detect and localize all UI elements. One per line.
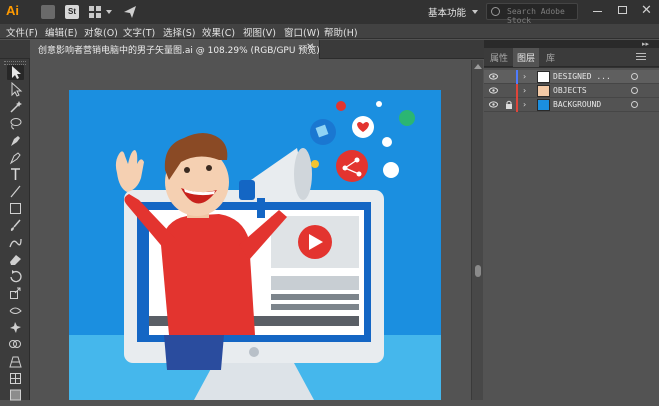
direct-selection-tool-icon[interactable] <box>7 81 24 97</box>
maximize-button[interactable] <box>610 0 636 22</box>
layer-color-bar <box>516 84 518 98</box>
pen-tool-icon[interactable] <box>7 133 24 148</box>
layer-color-bar <box>516 70 518 84</box>
eye-icon[interactable] <box>489 73 498 80</box>
vertical-scrollbar[interactable] <box>471 60 483 400</box>
right-panel-dock: ▸▸ 属性 图层 库 › DESIGNED ... › OBJECTS › BA… <box>484 40 659 400</box>
layer-row[interactable]: › BACKGROUND <box>484 98 659 112</box>
eye-icon[interactable] <box>489 87 498 94</box>
eye-icon[interactable] <box>489 101 498 108</box>
artboard[interactable] <box>69 90 441 400</box>
type-tool-icon[interactable] <box>7 167 24 182</box>
chevron-down-icon[interactable] <box>472 10 478 14</box>
menu-edit[interactable]: 编辑(E) <box>45 25 77 39</box>
gradient-tool-icon[interactable] <box>7 388 24 403</box>
panel-grip[interactable]: ▸▸ <box>484 40 659 48</box>
target-icon[interactable] <box>631 73 638 80</box>
shaper-tool-icon[interactable] <box>7 235 24 250</box>
layers-panel: › DESIGNED ... › OBJECTS › BACKGROUND <box>484 68 659 400</box>
rotate-tool-icon[interactable] <box>7 269 24 284</box>
mesh-tool-icon[interactable] <box>7 371 24 386</box>
stock-button[interactable]: St <box>65 5 79 19</box>
layer-name[interactable]: OBJECTS <box>553 86 587 95</box>
paintbrush-tool-icon[interactable] <box>7 218 24 233</box>
menu-help[interactable]: 帮助(H) <box>324 25 358 39</box>
rectangle-tool-icon[interactable] <box>7 201 24 216</box>
document-tab[interactable]: 创意影响者营销电脑中的男子矢量图.ai @ 108.29% (RGB/GPU 预… <box>30 40 320 59</box>
line-tool-icon[interactable] <box>7 184 24 199</box>
stock-search-placeholder: Search Adobe Stock <box>507 7 565 25</box>
chevron-down-icon[interactable] <box>106 10 112 14</box>
minimize-button[interactable] <box>585 0 611 22</box>
expand-arrow-icon[interactable]: › <box>523 100 526 109</box>
panel-tab-bar: 属性 图层 库 <box>484 48 659 67</box>
artwork-illustration[interactable] <box>69 90 441 400</box>
magic-wand-tool-icon[interactable] <box>7 99 24 114</box>
tools-panel <box>0 59 30 403</box>
bridge-icon[interactable] <box>41 5 55 19</box>
shape-builder-tool-icon[interactable] <box>7 337 24 352</box>
canvas-area[interactable] <box>31 60 471 400</box>
expand-arrow-icon[interactable]: › <box>523 72 526 81</box>
arrange-documents-icon[interactable] <box>89 5 103 19</box>
layer-thumbnail <box>537 99 550 111</box>
collapse-panels-icon[interactable]: ▸▸ <box>642 40 649 48</box>
menu-select[interactable]: 选择(S) <box>163 25 195 39</box>
menu-type[interactable]: 文字(T) <box>123 25 155 39</box>
search-icon <box>491 7 500 16</box>
workspace-switcher[interactable]: 基本功能 <box>428 5 466 19</box>
scroll-thumb[interactable] <box>475 265 481 277</box>
tab-libraries[interactable]: 库 <box>546 51 555 64</box>
width-tool-icon[interactable] <box>7 303 24 318</box>
chevron-up-icon[interactable] <box>474 64 482 69</box>
menu-window[interactable]: 窗口(W) <box>284 25 320 39</box>
layer-thumbnail <box>537 85 550 97</box>
layer-row[interactable]: › OBJECTS <box>484 84 659 98</box>
lasso-tool-icon[interactable] <box>7 116 24 131</box>
layer-name[interactable]: BACKGROUND <box>553 100 601 109</box>
menu-effect[interactable]: 效果(C) <box>202 25 235 39</box>
document-tab-title: 创意影响者营销电脑中的男子矢量图.ai @ 108.29% (RGB/GPU 预… <box>38 46 320 56</box>
document-tab-bar: 创意影响者营销电脑中的男子矢量图.ai @ 108.29% (RGB/GPU 预… <box>0 40 484 59</box>
layer-thumbnail <box>537 71 550 83</box>
target-icon[interactable] <box>631 101 638 108</box>
target-icon[interactable] <box>631 87 638 94</box>
stock-search-input[interactable]: Search Adobe Stock <box>486 3 578 25</box>
layer-color-bar <box>516 98 518 112</box>
panel-menu-icon[interactable] <box>636 53 646 62</box>
close-icon[interactable]: ✕ <box>306 42 314 53</box>
lock-icon[interactable] <box>505 100 513 109</box>
perspective-grid-tool-icon[interactable] <box>7 354 24 369</box>
layer-name[interactable]: DESIGNED ... <box>553 72 611 81</box>
tab-layers[interactable]: 图层 <box>517 51 535 64</box>
send-icon[interactable] <box>122 4 138 20</box>
menu-view[interactable]: 视图(V) <box>243 25 276 39</box>
eraser-tool-icon[interactable] <box>7 252 24 267</box>
title-bar: Ai St 基本功能 Search Adobe Stock ✕ <box>0 0 659 25</box>
selection-tool-icon[interactable] <box>7 65 24 80</box>
menu-file[interactable]: 文件(F) <box>6 25 38 39</box>
app-logo: Ai <box>6 3 19 18</box>
puppet-warp-tool-icon[interactable] <box>7 320 24 335</box>
curvature-tool-icon[interactable] <box>7 150 24 165</box>
tab-properties[interactable]: 属性 <box>490 51 508 64</box>
menu-bar: 文件(F) 编辑(E) 对象(O) 文字(T) 选择(S) 效果(C) 视图(V… <box>0 24 659 39</box>
close-window-button[interactable]: ✕ <box>634 0 659 22</box>
menu-object[interactable]: 对象(O) <box>84 25 118 39</box>
expand-arrow-icon[interactable]: › <box>523 86 526 95</box>
layer-row[interactable]: › DESIGNED ... <box>484 70 659 84</box>
scale-tool-icon[interactable] <box>7 286 24 301</box>
